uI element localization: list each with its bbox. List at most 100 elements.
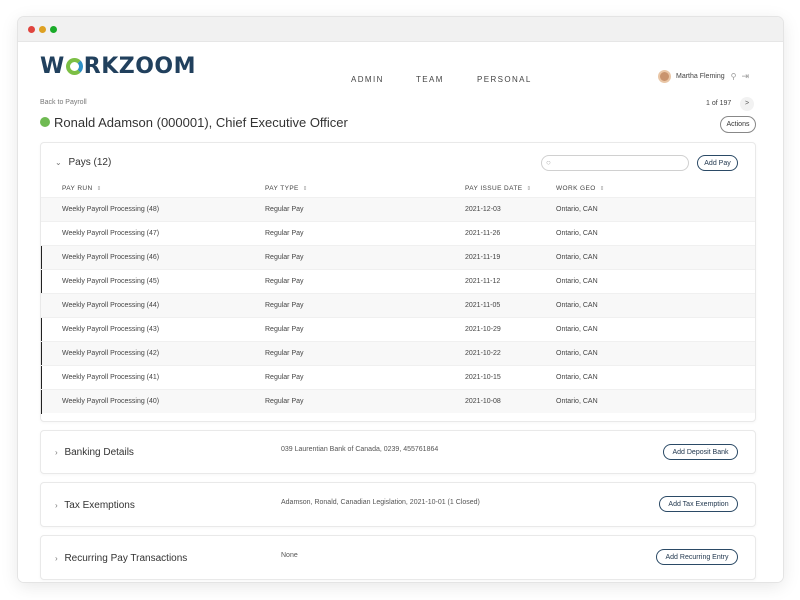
nav-personal[interactable]: PERSONAL bbox=[477, 75, 532, 84]
recurring-pay-value: None bbox=[281, 552, 298, 559]
table-row[interactable]: Weekly Payroll Processing (40) Regular P… bbox=[41, 389, 755, 414]
tax-exemptions-value: Adamson, Ronald, Canadian Legislation, 2… bbox=[281, 499, 480, 506]
add-recurring-entry-button[interactable]: Add Recurring Entry bbox=[656, 549, 738, 565]
col-work-geo[interactable]: WORK GEO ⇕ bbox=[556, 185, 605, 192]
cell-pay-run[interactable]: Weekly Payroll Processing (43) bbox=[62, 326, 159, 333]
chevron-right-icon: › bbox=[55, 448, 58, 457]
cell-pay-date: 2021-11-26 bbox=[465, 230, 501, 237]
cell-pay-run[interactable]: Weekly Payroll Processing (42) bbox=[62, 350, 159, 357]
add-deposit-bank-button[interactable]: Add Deposit Bank bbox=[663, 444, 738, 460]
tax-exemptions-title: Tax Exemptions bbox=[64, 500, 135, 511]
pays-count: (12) bbox=[93, 157, 112, 168]
cell-pay-type: Regular Pay bbox=[265, 350, 304, 357]
minimize-window-icon[interactable] bbox=[39, 26, 46, 33]
recurring-pay-panel: › Recurring Pay Transactions None Add Re… bbox=[40, 535, 756, 580]
window-titlebar bbox=[18, 17, 783, 42]
banking-details-toggle[interactable]: › Banking Details bbox=[55, 447, 134, 458]
maximize-window-icon[interactable] bbox=[50, 26, 57, 33]
location-pin-icon[interactable]: ⚲ bbox=[731, 72, 737, 81]
nav-team[interactable]: TEAM bbox=[416, 75, 444, 84]
cell-pay-date: 2021-12-03 bbox=[465, 206, 501, 213]
app-content: W RKZOOM ADMIN TEAM PERSONAL Martha Flem… bbox=[18, 42, 783, 582]
cell-pay-run[interactable]: Weekly Payroll Processing (40) bbox=[62, 398, 159, 405]
pays-section-toggle[interactable]: ⌄ Pays (12) bbox=[55, 157, 111, 168]
banking-details-title: Banking Details bbox=[64, 447, 134, 458]
close-window-icon[interactable] bbox=[28, 26, 35, 33]
pays-panel: ⌄ Pays (12) ○ Add Pay PAY RUN ⇕ PAY TYPE ⇕… bbox=[40, 142, 756, 422]
table-row[interactable]: Weekly Payroll Processing (44) Regular P… bbox=[41, 293, 755, 317]
nav-admin[interactable]: ADMIN bbox=[351, 75, 384, 84]
sort-icon[interactable]: ⇕ bbox=[303, 186, 308, 192]
add-pay-button[interactable]: Add Pay bbox=[697, 155, 738, 171]
chevron-right-icon: › bbox=[55, 554, 58, 563]
col-pay-type[interactable]: PAY TYPE ⇕ bbox=[265, 185, 308, 192]
cell-pay-run[interactable]: Weekly Payroll Processing (44) bbox=[62, 302, 159, 309]
table-row[interactable]: Weekly Payroll Processing (46) Regular P… bbox=[41, 245, 755, 270]
col-header-label: PAY TYPE bbox=[265, 185, 299, 192]
table-row[interactable]: Weekly Payroll Processing (48) Regular P… bbox=[41, 197, 755, 221]
cell-work-geo: Ontario, CAN bbox=[556, 254, 598, 261]
cell-pay-run[interactable]: Weekly Payroll Processing (46) bbox=[62, 254, 159, 261]
col-header-label: PAY RUN bbox=[62, 185, 93, 192]
cell-pay-type: Regular Pay bbox=[265, 278, 304, 285]
cell-pay-run[interactable]: Weekly Payroll Processing (41) bbox=[62, 374, 159, 381]
actions-button[interactable]: Actions bbox=[720, 116, 756, 133]
tax-exemptions-toggle[interactable]: › Tax Exemptions bbox=[55, 500, 135, 511]
cell-pay-type: Regular Pay bbox=[265, 230, 304, 237]
cell-pay-run[interactable]: Weekly Payroll Processing (47) bbox=[62, 230, 159, 237]
cell-pay-run[interactable]: Weekly Payroll Processing (45) bbox=[62, 278, 159, 285]
record-pager: 1 of 197 bbox=[706, 100, 732, 107]
chevron-down-icon: ⌄ bbox=[55, 158, 62, 167]
table-row[interactable]: Weekly Payroll Processing (42) Regular P… bbox=[41, 341, 755, 366]
cell-pay-type: Regular Pay bbox=[265, 398, 304, 405]
banking-details-value: 039 Laurentian Bank of Canada, 0239, 455… bbox=[281, 446, 439, 453]
table-body: Weekly Payroll Processing (48) Regular P… bbox=[41, 197, 755, 414]
cell-pay-type: Regular Pay bbox=[265, 254, 304, 261]
col-header-label: PAY ISSUE DATE bbox=[465, 185, 523, 192]
pays-search-input[interactable] bbox=[558, 157, 683, 169]
cell-work-geo: Ontario, CAN bbox=[556, 326, 598, 333]
search-icon: ○ bbox=[546, 158, 551, 167]
cell-work-geo: Ontario, CAN bbox=[556, 374, 598, 381]
user-avatar[interactable] bbox=[658, 70, 671, 83]
sort-icon[interactable]: ⇕ bbox=[97, 186, 102, 192]
add-tax-exemption-button[interactable]: Add Tax Exemption bbox=[659, 496, 738, 512]
table-header: PAY RUN ⇕ PAY TYPE ⇕ PAY ISSUE DATE ⇕ WORK … bbox=[41, 181, 755, 197]
next-record-button[interactable]: > bbox=[740, 97, 754, 111]
employee-title: Ronald Adamson (000001), Chief Executive… bbox=[54, 115, 348, 130]
workzoom-logo[interactable]: W RKZOOM bbox=[40, 54, 196, 79]
table-row[interactable]: Weekly Payroll Processing (41) Regular P… bbox=[41, 365, 755, 390]
cell-pay-type: Regular Pay bbox=[265, 374, 304, 381]
cell-pay-date: 2021-11-12 bbox=[465, 278, 501, 285]
logo-text-end: RKZOOM bbox=[83, 54, 197, 79]
table-row[interactable]: Weekly Payroll Processing (45) Regular P… bbox=[41, 269, 755, 294]
col-pay-run[interactable]: PAY RUN ⇕ bbox=[62, 185, 102, 192]
col-pay-issue-date[interactable]: PAY ISSUE DATE ⇕ bbox=[465, 185, 532, 192]
table-row[interactable]: Weekly Payroll Processing (47) Regular P… bbox=[41, 221, 755, 245]
cell-pay-run[interactable]: Weekly Payroll Processing (48) bbox=[62, 206, 159, 213]
pays-table: PAY RUN ⇕ PAY TYPE ⇕ PAY ISSUE DATE ⇕ WORK … bbox=[41, 181, 755, 414]
cell-pay-type: Regular Pay bbox=[265, 326, 304, 333]
tax-exemptions-panel: › Tax Exemptions Adamson, Ronald, Canadi… bbox=[40, 482, 756, 527]
logo-text-start: W bbox=[40, 54, 65, 79]
user-menu[interactable]: Martha Fleming ⚲ ⇥ bbox=[658, 70, 749, 83]
logo-ring-icon bbox=[65, 58, 83, 75]
cell-work-geo: Ontario, CAN bbox=[556, 350, 598, 357]
cell-pay-date: 2021-10-22 bbox=[465, 350, 501, 357]
banking-details-panel: › Banking Details 039 Laurentian Bank of… bbox=[40, 430, 756, 474]
cell-pay-date: 2021-10-08 bbox=[465, 398, 501, 405]
cell-pay-date: 2021-10-29 bbox=[465, 326, 501, 333]
pays-search[interactable]: ○ bbox=[541, 155, 689, 171]
cell-pay-date: 2021-10-15 bbox=[465, 374, 501, 381]
sort-icon[interactable]: ⇕ bbox=[527, 186, 532, 192]
cell-pay-date: 2021-11-05 bbox=[465, 302, 501, 309]
logout-icon[interactable]: ⇥ bbox=[742, 71, 750, 82]
browser-window: W RKZOOM ADMIN TEAM PERSONAL Martha Flem… bbox=[18, 17, 783, 582]
table-row[interactable]: Weekly Payroll Processing (43) Regular P… bbox=[41, 317, 755, 342]
chevron-right-icon: › bbox=[55, 501, 58, 510]
user-name[interactable]: Martha Fleming bbox=[676, 73, 725, 80]
sort-icon[interactable]: ⇕ bbox=[600, 186, 605, 192]
back-to-payroll-link[interactable]: Back to Payroll bbox=[40, 99, 87, 106]
cell-work-geo: Ontario, CAN bbox=[556, 278, 598, 285]
recurring-pay-toggle[interactable]: › Recurring Pay Transactions bbox=[55, 553, 187, 564]
